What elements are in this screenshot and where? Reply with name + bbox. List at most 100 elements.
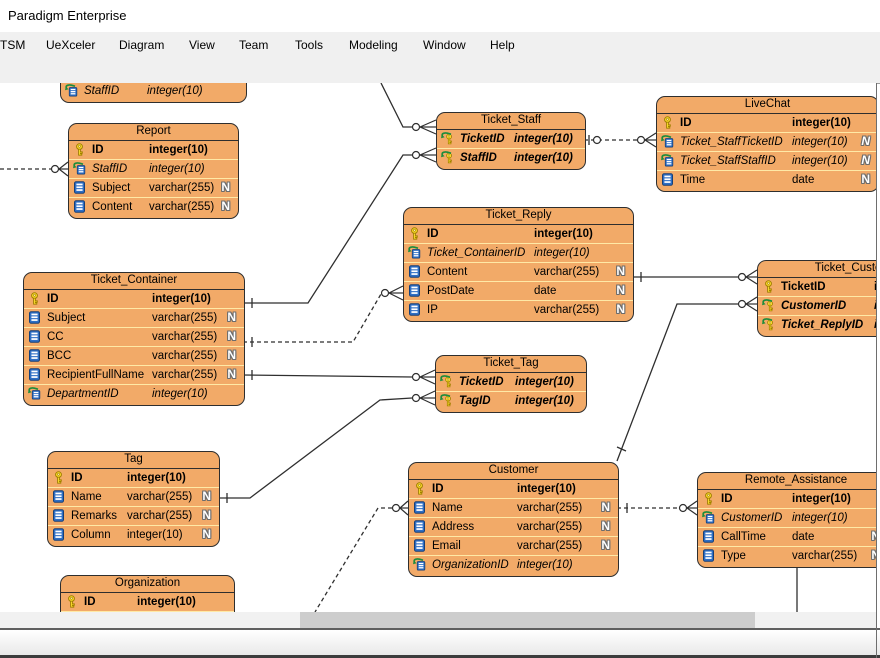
column-row-StaffID[interactable]: StaffIDinteger(10) [437, 148, 585, 167]
column-row-TicketID[interactable]: TicketIDinteger(10) [436, 373, 586, 391]
column-row-Ticket_StaffTicketID[interactable]: Ticket_StaffTicketIDinteger(10)N [657, 132, 877, 151]
column-type: integer(10) [517, 556, 573, 574]
column-type: varchar(255) [152, 366, 217, 384]
entity-report[interactable]: ReportIDinteger(10)StaffIDinteger(10)Sub… [68, 123, 239, 219]
primary-foreign-key-icon [441, 132, 454, 145]
column-row-CallTime[interactable]: CallTimedateN [698, 527, 877, 546]
primary-key-icon [73, 143, 86, 156]
menu-team[interactable]: Team [239, 38, 268, 52]
column-row-ID[interactable]: IDinteger(10) [24, 290, 244, 308]
column-row-Time[interactable]: TimedateN [657, 170, 877, 189]
column-row-Remarks[interactable]: Remarksvarchar(255)N [48, 506, 219, 525]
column-type: varchar(255) [149, 198, 214, 216]
connector-customer-ticketcustomer[interactable] [617, 297, 757, 461]
column-row-RecipientFullName[interactable]: RecipientFullNamevarchar(255)N [24, 365, 244, 384]
horizontal-scrollbar[interactable] [0, 612, 877, 628]
column-row-Ticket_StaffStaffID[interactable]: Ticket_StaffStaffIDinteger(10)N [657, 151, 877, 170]
entity-customer[interactable]: CustomerIDinteger(10)Namevarchar(255)NAd… [408, 462, 619, 577]
column-name: ID [427, 228, 439, 240]
entity-ticket-reply[interactable]: Ticket_ReplyIDinteger(10)Ticket_Containe… [403, 207, 634, 322]
connector-ticketstaff-livechat[interactable] [584, 133, 656, 147]
column-row-ID[interactable]: IDinteger(10) [48, 469, 219, 487]
column-row-CustomerID[interactable]: CustomerIDinteger(10) [698, 508, 877, 527]
column-row-ID[interactable]: IDinteger(10) [69, 141, 238, 159]
column-row-Type[interactable]: Typevarchar(255)N [698, 546, 877, 565]
column-row-ID[interactable]: IDinteger(10) [657, 114, 877, 132]
entity-ticket-customer[interactable]: Ticket_CustomerTicketIDinteger(10)Custom… [757, 260, 877, 337]
connector-tag-tickettag[interactable] [218, 391, 435, 503]
column-row-ID[interactable]: IDinteger(10) [698, 490, 877, 508]
entity-ticket-tag[interactable]: Ticket_TagTicketIDinteger(10)TagIDintege… [435, 355, 587, 413]
column-row-DepartmentID[interactable]: DepartmentIDinteger(10) [24, 384, 244, 403]
connector-ticketcontainer-ticketreply[interactable] [243, 286, 403, 347]
menu-tsm[interactable]: TSM [0, 38, 25, 52]
connector-organization-customer[interactable] [315, 501, 408, 612]
menu-modeling[interactable]: Modeling [349, 38, 398, 52]
column-row-Subject[interactable]: Subjectvarchar(255)N [69, 178, 238, 197]
entity-ticket-staff[interactable]: Ticket_StaffTicketIDinteger(10)StaffIDin… [436, 112, 586, 170]
column-row-Name[interactable]: Namevarchar(255)N [409, 498, 618, 517]
column-type: integer(10) [152, 290, 211, 308]
column-row-ID[interactable]: IDinteger(10) [61, 593, 234, 611]
column-row-Ticket_ReplyID[interactable]: Ticket_ReplyIDinteger(10) [758, 315, 877, 334]
entity-tag[interactable]: TagIDinteger(10)Namevarchar(255)NRemarks… [47, 451, 220, 547]
column-row-CustomerID[interactable]: CustomerIDinteger(10) [758, 296, 877, 315]
primary-key-icon [65, 595, 78, 608]
column-name: Content [427, 266, 467, 278]
column-row-TagID[interactable]: TagIDinteger(10) [436, 391, 586, 410]
entity-ticket-container[interactable]: Ticket_ContainerIDinteger(10)Subjectvarc… [23, 272, 245, 406]
column-row-IP[interactable]: IPvarchar(255)N [404, 300, 633, 319]
scrollbar-thumb[interactable] [300, 612, 755, 628]
connector-ticketcontainer-tickettag[interactable] [243, 370, 435, 384]
column-row-Name[interactable]: Namevarchar(255)N [48, 487, 219, 506]
menu-view[interactable]: View [189, 38, 215, 52]
connector-staff-report[interactable] [0, 162, 68, 176]
connector-customer-remoteassistance[interactable] [617, 501, 697, 515]
primary-foreign-key-icon [440, 375, 453, 388]
column-row-StaffID[interactable]: StaffIDinteger(10) [61, 83, 246, 100]
menu-help[interactable]: Help [490, 38, 515, 52]
foreign-key-icon [661, 154, 674, 167]
column-type: integer(10) [517, 480, 576, 498]
column-type: integer(10) [152, 385, 208, 403]
column-row-ID[interactable]: IDinteger(10) [404, 225, 633, 243]
entity-organization[interactable]: OrganizationIDinteger(10) [60, 575, 235, 612]
entity-staff-partial[interactable]: StaffIDinteger(10) [60, 83, 247, 103]
column-type: varchar(255) [152, 328, 217, 346]
entity-title-report: Report [69, 124, 238, 141]
entity-remote-assistance[interactable]: Remote_AssistanceIDinteger(10)CustomerID… [697, 472, 877, 568]
connector-ticketreply-ticketcustomer[interactable] [632, 270, 757, 284]
column-row-Content[interactable]: Contentvarchar(255)N [404, 262, 633, 281]
column-row-PostDate[interactable]: PostDatedateN [404, 281, 633, 300]
nullable-badge: N [601, 538, 610, 552]
column-row-CC[interactable]: CCvarchar(255)N [24, 327, 244, 346]
menu-window[interactable]: Window [423, 38, 466, 52]
column-row-Ticket_ContainerID[interactable]: Ticket_ContainerIDinteger(10) [404, 243, 633, 262]
entity-title-ticket-customer: Ticket_Customer [758, 261, 877, 278]
column-row-partial[interactable] [61, 611, 234, 613]
column-type: varchar(255) [127, 488, 192, 506]
entity-livechat[interactable]: LiveChatIDinteger(10)Ticket_StaffTicketI… [656, 96, 877, 192]
column-row-StaffID[interactable]: StaffIDinteger(10) [69, 159, 238, 178]
column-name: Type [721, 550, 746, 562]
column-row-BCC[interactable]: BCCvarchar(255)N [24, 346, 244, 365]
primary-foreign-key-icon [441, 151, 454, 164]
column-icon [413, 501, 426, 514]
connector-top-ticketstaff[interactable] [381, 83, 436, 134]
column-row-Content[interactable]: Contentvarchar(255)N [69, 197, 238, 216]
column-row-Column[interactable]: Columninteger(10)N [48, 525, 219, 544]
column-name: ID [680, 117, 692, 129]
nullable-badge: N [601, 519, 610, 533]
column-row-OrganizationID[interactable]: OrganizationIDinteger(10) [409, 555, 618, 574]
menu-tools[interactable]: Tools [295, 38, 323, 52]
column-row-TicketID[interactable]: TicketIDinteger(10) [437, 130, 585, 148]
entity-title-ticket-tag: Ticket_Tag [436, 356, 586, 373]
column-row-Subject[interactable]: Subjectvarchar(255)N [24, 308, 244, 327]
column-row-Email[interactable]: Emailvarchar(255)N [409, 536, 618, 555]
menu-diagram[interactable]: Diagram [119, 38, 164, 52]
column-icon [413, 520, 426, 533]
column-row-ID[interactable]: IDinteger(10) [409, 480, 618, 498]
column-row-Address[interactable]: Addressvarchar(255)N [409, 517, 618, 536]
menu-uexceler[interactable]: UeXceler [46, 38, 95, 52]
column-row-TicketID[interactable]: TicketIDinteger(10) [758, 278, 877, 296]
